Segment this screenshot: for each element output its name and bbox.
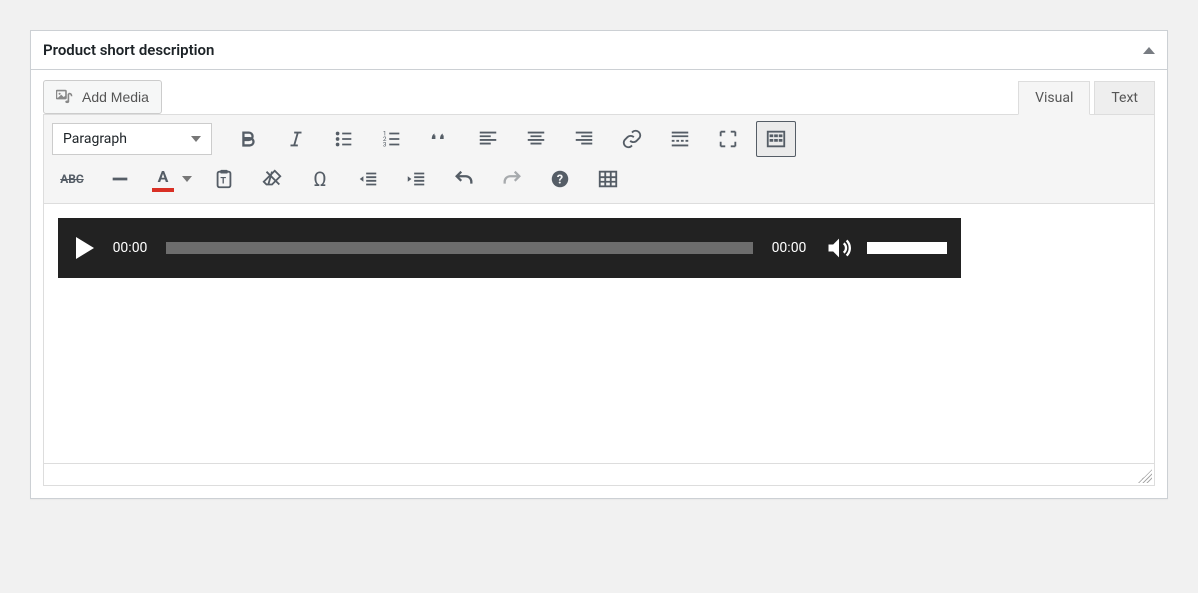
panel-title: Product short description [43, 41, 214, 59]
audio-current-time: 00:00 [108, 240, 152, 256]
svg-text:T: T [220, 177, 226, 187]
fullscreen-button[interactable] [708, 121, 748, 157]
redo-button[interactable] [492, 161, 532, 197]
editor-toolbar: Paragraph 123 ABC [43, 114, 1155, 204]
help-button[interactable]: ? [540, 161, 580, 197]
format-select[interactable]: Paragraph [52, 123, 212, 155]
chevron-down-icon [182, 176, 192, 182]
tab-text[interactable]: Text [1094, 81, 1155, 115]
insert-link-button[interactable] [612, 121, 652, 157]
text-color-dropdown[interactable] [178, 161, 196, 197]
format-select-value: Paragraph [63, 131, 127, 147]
table-button[interactable] [588, 161, 628, 197]
volume-button[interactable] [825, 234, 853, 262]
collapse-toggle-icon[interactable] [1143, 47, 1155, 54]
svg-text:?: ? [557, 173, 563, 188]
resize-handle[interactable] [1138, 469, 1152, 483]
horizontal-rule-button[interactable] [100, 161, 140, 197]
special-character-button[interactable]: Ω [300, 161, 340, 197]
strikethrough-button[interactable]: ABC [52, 161, 92, 197]
undo-button[interactable] [444, 161, 484, 197]
insert-more-button[interactable] [660, 121, 700, 157]
panel-body: Add Media Visual Text Paragraph [31, 70, 1167, 498]
text-color-button[interactable]: A [148, 161, 196, 197]
editor-content-area[interactable]: 00:00 00:00 [43, 204, 1155, 464]
bold-button[interactable] [228, 121, 268, 157]
toolbar-toggle-button[interactable] [756, 121, 796, 157]
audio-duration: 00:00 [767, 240, 811, 256]
editor-status-bar [43, 464, 1155, 486]
add-media-label: Add Media [82, 89, 149, 105]
panel-header[interactable]: Product short description [31, 31, 1167, 70]
chevron-down-icon [191, 136, 201, 142]
audio-player: 00:00 00:00 [58, 218, 961, 278]
numbered-list-button[interactable]: 123 [372, 121, 412, 157]
outdent-button[interactable] [348, 161, 388, 197]
align-left-button[interactable] [468, 121, 508, 157]
add-media-button[interactable]: Add Media [43, 80, 162, 114]
svg-text:3: 3 [383, 140, 387, 148]
align-center-button[interactable] [516, 121, 556, 157]
bulleted-list-button[interactable] [324, 121, 364, 157]
text-color-letter: A [158, 167, 169, 186]
text-color-main[interactable]: A [148, 161, 178, 197]
editor-tabs: Visual Text [1014, 81, 1155, 115]
clear-formatting-button[interactable] [252, 161, 292, 197]
product-short-description-panel: Product short description Add Media Visu… [30, 30, 1168, 499]
italic-button[interactable] [276, 121, 316, 157]
align-right-button[interactable] [564, 121, 604, 157]
volume-icon [825, 234, 853, 262]
text-color-swatch [152, 188, 174, 192]
volume-slider[interactable] [867, 242, 947, 254]
blockquote-button[interactable] [420, 121, 460, 157]
audio-progress-track[interactable] [166, 242, 753, 254]
indent-button[interactable] [396, 161, 436, 197]
media-icon [56, 89, 76, 105]
paste-as-text-button[interactable]: T [204, 161, 244, 197]
tab-visual[interactable]: Visual [1018, 81, 1090, 115]
play-button[interactable] [76, 237, 94, 259]
